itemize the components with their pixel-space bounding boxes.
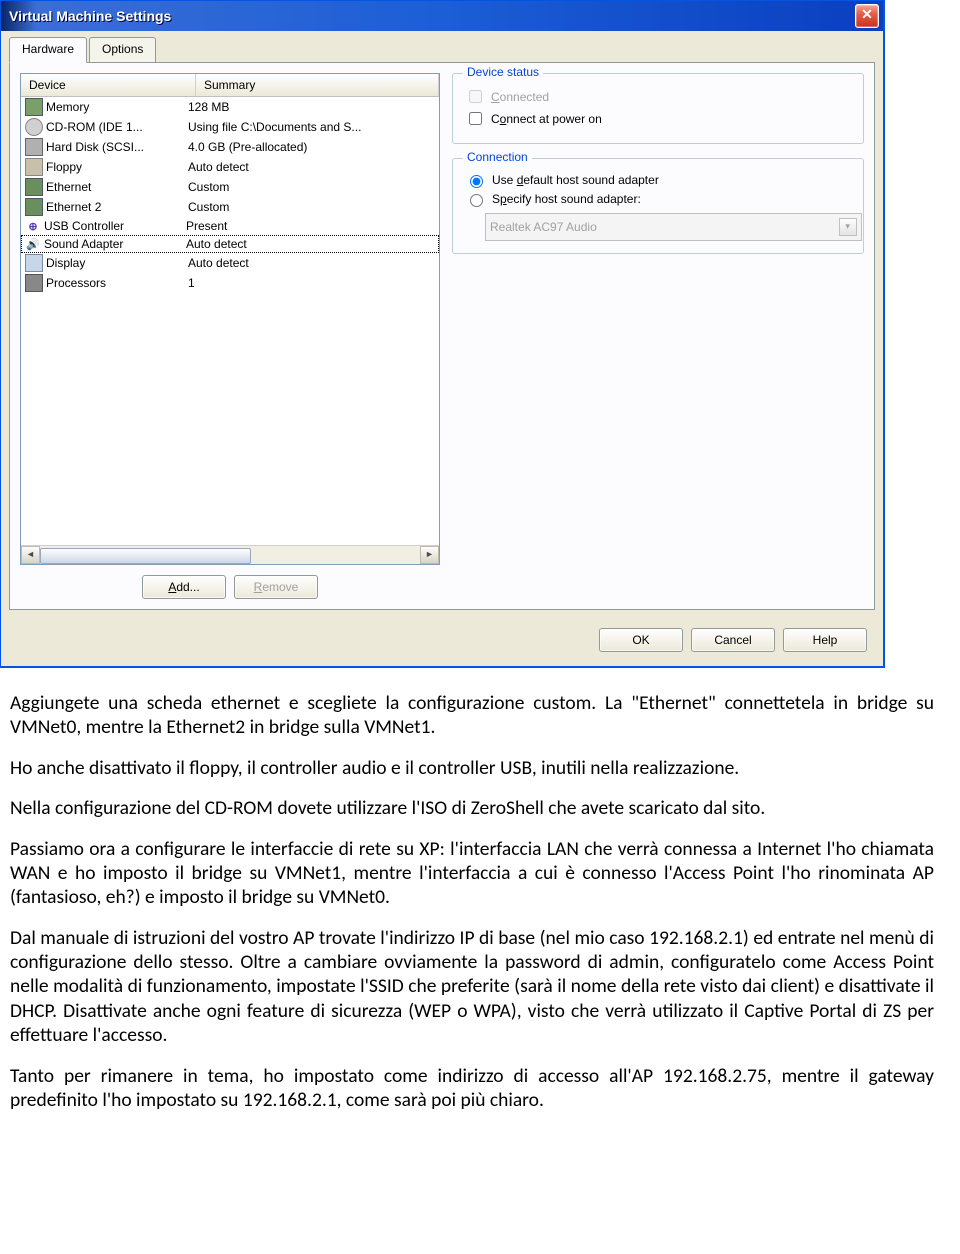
device-row[interactable]: EthernetCustom: [21, 177, 439, 197]
use-default-radio[interactable]: [470, 175, 483, 188]
device-list[interactable]: Device Summary Memory128 MBCD-ROM (IDE 1…: [20, 73, 440, 565]
close-icon[interactable]: ✕: [855, 4, 879, 28]
device-summary: Using file C:\Documents and S...: [188, 120, 435, 134]
tab-options[interactable]: Options: [89, 37, 156, 62]
detail-column: Device status Connected Connect at power…: [452, 73, 864, 599]
paragraph: Tanto per rimanere in tema, ho impostato…: [10, 1064, 934, 1113]
combo-value: Realtek AC97 Audio: [490, 220, 597, 234]
device-name: CD-ROM (IDE 1...: [46, 120, 188, 134]
device-row[interactable]: FloppyAuto detect: [21, 157, 439, 177]
use-default-radio-row[interactable]: Use default host sound adapter: [465, 172, 851, 188]
device-summary: Custom: [188, 200, 435, 214]
tab-hardware[interactable]: Hardware: [9, 37, 87, 63]
column-summary[interactable]: Summary: [196, 74, 439, 96]
device-row[interactable]: Processors1: [21, 273, 439, 293]
connected-checkbox-row: Connected: [465, 87, 851, 106]
paragraph: Dal manuale di istruzioni del vostro AP …: [10, 926, 934, 1048]
device-rows: Memory128 MBCD-ROM (IDE 1...Using file C…: [21, 97, 439, 545]
dialog-footer: OK Cancel Help: [1, 618, 883, 666]
document-body: Aggiungete una scheda ethernet e sceglie…: [0, 687, 960, 1148]
vm-settings-dialog: Virtual Machine Settings ✕ Hardware Opti…: [0, 0, 884, 667]
tab-strip: Hardware Options: [1, 31, 883, 62]
device-summary: Present: [186, 219, 435, 233]
floppy-icon: [25, 158, 43, 176]
column-device[interactable]: Device: [21, 74, 196, 96]
device-summary: 4.0 GB (Pre-allocated): [188, 140, 435, 154]
device-list-header: Device Summary: [21, 74, 439, 97]
device-buttons: Add... Remove: [20, 575, 440, 599]
specify-radio[interactable]: [470, 194, 483, 207]
connect-poweron-row[interactable]: Connect at power on: [465, 109, 851, 128]
cancel-button[interactable]: Cancel: [691, 628, 775, 652]
memory-icon: [25, 98, 43, 116]
scroll-left-icon[interactable]: ◄: [21, 546, 40, 564]
ethernet-icon: [25, 198, 43, 216]
device-row[interactable]: Hard Disk (SCSI...4.0 GB (Pre-allocated): [21, 137, 439, 157]
specify-radio-row[interactable]: Specify host sound adapter:: [465, 191, 851, 207]
connect-poweron-checkbox[interactable]: [469, 112, 482, 125]
ok-button[interactable]: OK: [599, 628, 683, 652]
display-icon: [25, 254, 43, 272]
device-summary: Auto detect: [188, 256, 435, 270]
specify-label: Specify host sound adapter:: [492, 192, 641, 206]
device-summary: 128 MB: [188, 100, 435, 114]
device-name: Floppy: [46, 160, 188, 174]
device-name: Sound Adapter: [44, 237, 186, 251]
device-status-group: Device status Connected Connect at power…: [452, 73, 864, 144]
device-name: Ethernet 2: [46, 200, 188, 214]
device-status-legend: Device status: [463, 65, 543, 79]
device-row[interactable]: CD-ROM (IDE 1...Using file C:\Documents …: [21, 117, 439, 137]
device-name: Memory: [46, 100, 188, 114]
device-row[interactable]: DisplayAuto detect: [21, 253, 439, 273]
hardware-panel: Device Summary Memory128 MBCD-ROM (IDE 1…: [9, 62, 875, 610]
paragraph: Ho anche disattivato il floppy, il contr…: [10, 756, 934, 780]
use-default-label: Use default host sound adapter: [492, 173, 659, 187]
device-row[interactable]: Ethernet 2Custom: [21, 197, 439, 217]
device-row[interactable]: Memory128 MB: [21, 97, 439, 117]
paragraph: Passiamo ora a configurare le interfacci…: [10, 837, 934, 910]
titlebar[interactable]: Virtual Machine Settings ✕: [1, 1, 883, 31]
connected-label: Connected: [491, 90, 549, 104]
scroll-track[interactable]: [40, 547, 420, 563]
cdrom-icon: [25, 118, 43, 136]
remove-button: Remove: [234, 575, 318, 599]
device-row[interactable]: ⊕USB ControllerPresent: [21, 217, 439, 235]
paragraph: Nella configurazione del CD-ROM dovete u…: [10, 796, 934, 820]
connection-legend: Connection: [463, 150, 532, 164]
chevron-down-icon: ▾: [839, 218, 857, 236]
connect-poweron-label: Connect at power on: [491, 112, 602, 126]
horizontal-scrollbar[interactable]: ◄ ►: [21, 545, 439, 564]
device-row[interactable]: 🔊Sound AdapterAuto detect: [21, 235, 439, 253]
connection-group: Connection Use default host sound adapte…: [452, 158, 864, 254]
device-summary: Auto detect: [188, 160, 435, 174]
device-name: Processors: [46, 276, 188, 290]
scroll-thumb[interactable]: [40, 548, 251, 564]
scroll-right-icon[interactable]: ►: [420, 546, 439, 564]
device-column: Device Summary Memory128 MBCD-ROM (IDE 1…: [20, 73, 440, 599]
help-button[interactable]: Help: [783, 628, 867, 652]
device-summary: 1: [188, 276, 435, 290]
sound-adapter-combo: Realtek AC97 Audio ▾: [485, 213, 862, 241]
device-name: USB Controller: [44, 219, 186, 233]
sound-icon: 🔊: [25, 236, 41, 252]
device-name: Display: [46, 256, 188, 270]
device-name: Ethernet: [46, 180, 188, 194]
cpu-icon: [25, 274, 43, 292]
harddisk-icon: [25, 138, 43, 156]
ethernet-icon: [25, 178, 43, 196]
paragraph: Aggiungete una scheda ethernet e sceglie…: [10, 691, 934, 740]
usb-icon: ⊕: [25, 218, 41, 234]
add-button[interactable]: Add...: [142, 575, 226, 599]
device-summary: Custom: [188, 180, 435, 194]
dialog-title: Virtual Machine Settings: [9, 8, 171, 24]
device-name: Hard Disk (SCSI...: [46, 140, 188, 154]
device-summary: Auto detect: [186, 237, 435, 251]
connected-checkbox: [469, 90, 482, 103]
